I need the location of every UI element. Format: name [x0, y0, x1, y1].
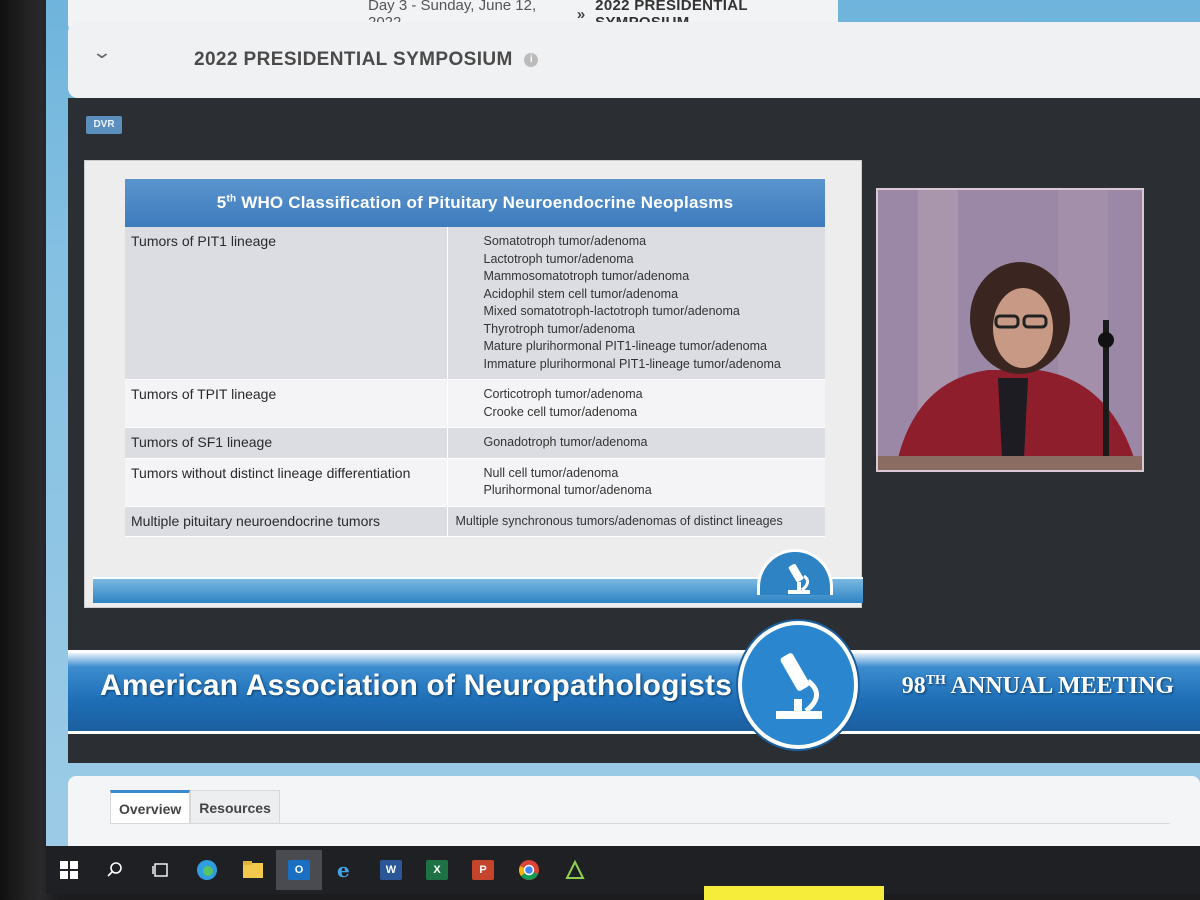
- svg-text:e: e: [337, 859, 350, 881]
- sticky-note: [704, 886, 884, 900]
- table-title: 5th WHO Classification of Pituitary Neur…: [125, 179, 825, 227]
- task-view-icon[interactable]: [138, 850, 184, 890]
- subtype-item: Mammosomatotroph tumor/adenoma: [483, 269, 690, 283]
- subtypes-cell: Multiple synchronous tumors/adenomas of …: [447, 506, 825, 537]
- table-row: Tumors of TPIT lineage Corticotroph tumor…: [125, 379, 825, 428]
- lineage-cell: Tumors of PIT1 lineage: [125, 227, 448, 380]
- subtypes-cell: Somatotroph tumor/adenoma Lactotroph tumo…: [447, 227, 825, 380]
- tab-bar: Overview Resources: [110, 790, 280, 824]
- subtype-item: Lactotroph tumor/adenoma: [483, 251, 634, 266]
- meeting-title: 98TH ANNUAL MEETING: [902, 673, 1174, 700]
- app-icon[interactable]: [552, 850, 598, 890]
- subtype-item: Multiple synchronous tumors/adenomas of …: [455, 513, 783, 528]
- subtypes-cell: Corticotroph tumor/adenoma Crooke cell tu…: [447, 379, 825, 428]
- breadcrumb-separator: »: [576, 5, 586, 23]
- internet-explorer-icon[interactable]: e: [322, 850, 368, 890]
- powerpoint-label: P: [472, 860, 494, 880]
- speaker-video[interactable]: [876, 188, 1144, 472]
- table-row: Multiple pituitary neuroendocrine tumors…: [125, 506, 825, 537]
- subtype-item: Corticotroph tumor/adenoma: [483, 387, 643, 401]
- tab-overview[interactable]: Overview: [110, 790, 191, 824]
- outlook-icon[interactable]: O: [276, 850, 322, 890]
- table-row: Tumors of PIT1 lineage Somatotroph tumor/…: [125, 227, 825, 380]
- subtypes-cell: Gonadotroph tumor/adenoma: [447, 427, 825, 459]
- meeting-rest: ANNUAL MEETING: [945, 673, 1174, 699]
- outlook-label: O: [288, 860, 310, 880]
- classification-table: 5th WHO Classification of Pituitary Neur…: [125, 179, 825, 537]
- table-row: Tumors without distinct lineage differen…: [125, 458, 825, 507]
- lineage-cell: Multiple pituitary neuroendocrine tumors: [125, 506, 448, 537]
- table-title-rest: WHO Classification of Pituitary Neuroend…: [236, 193, 734, 212]
- chevron-down-icon[interactable]: ⌄: [88, 42, 116, 63]
- chrome-icon[interactable]: [506, 850, 552, 890]
- subtype-item: Somatotroph tumor/adenoma: [483, 234, 647, 248]
- subtype-item: Crooke cell tumor/adenoma: [483, 404, 638, 419]
- lineage-cell: Tumors of TPIT lineage: [125, 379, 448, 428]
- table-title-sup: th: [226, 193, 237, 205]
- presentation-slide: 5th WHO Classification of Pituitary Neur…: [84, 160, 863, 608]
- table-title-prefix: 5: [216, 193, 227, 212]
- lineage-cell: Tumors without distinct lineage differen…: [125, 458, 448, 507]
- edge-icon[interactable]: [184, 850, 230, 890]
- subtype-item: Plurihormonal tumor/adenoma: [483, 483, 652, 497]
- search-icon[interactable]: [92, 850, 138, 890]
- video-player[interactable]: DVR 5th WHO Classification of Pituitary …: [68, 98, 1200, 763]
- session-title-text: 2022 PRESIDENTIAL SYMPOSIUM: [194, 49, 513, 70]
- subtype-item: Acidophil stem cell tumor/adenoma: [483, 286, 679, 301]
- powerpoint-icon[interactable]: P: [460, 850, 506, 890]
- excel-label: X: [426, 860, 448, 880]
- lineage-cell: Tumors of SF1 lineage: [125, 427, 448, 459]
- microscope-icon: [738, 621, 858, 749]
- page-title: 2022 PRESIDENTIAL SYMPOSIUM i: [194, 49, 539, 71]
- subtype-item: Mixed somatotroph-lactotroph tumor/adeno…: [483, 304, 740, 318]
- tab-resources[interactable]: Resources: [190, 790, 280, 824]
- word-label: W: [380, 860, 402, 880]
- subtype-item: Immature plurihormonal PIT1-lineage tumo…: [483, 356, 781, 371]
- subtype-item: Gonadotroph tumor/adenoma: [483, 435, 648, 449]
- tab-divider: [110, 823, 1170, 824]
- session-header: ⌄ 2022 PRESIDENTIAL SYMPOSIUM i: [68, 22, 1200, 98]
- browser-screen: Day 3 - Sunday, June 12, 2022 » 2022 PRE…: [46, 0, 1200, 860]
- subtypes-cell: Null cell tumor/adenoma Plurihormonal tum…: [447, 458, 825, 507]
- meeting-sup: TH: [925, 673, 946, 688]
- subtype-item: Thyrotroph tumor/adenoma: [483, 321, 635, 336]
- word-icon[interactable]: W: [368, 850, 414, 890]
- table-row: Tumors of SF1 lineage Gonadotroph tumor/a…: [125, 427, 825, 459]
- windows-taskbar: O e W X P: [46, 846, 1200, 894]
- microscope-logo-icon: [757, 549, 833, 595]
- subtype-item: Null cell tumor/adenoma: [483, 465, 619, 480]
- table-body: Tumors of PIT1 lineage Somatotroph tumor/…: [125, 227, 825, 537]
- subtype-item: Mature plurihormonal PIT1-lineage tumor/…: [483, 339, 767, 353]
- organization-name: American Association of Neuropathologist…: [100, 669, 733, 702]
- dvr-badge[interactable]: DVR: [86, 116, 122, 134]
- slide-footer-bar: [93, 577, 863, 603]
- file-explorer-icon[interactable]: [230, 850, 276, 890]
- windows-start-icon[interactable]: [46, 850, 92, 890]
- meeting-number: 98: [901, 673, 926, 699]
- conference-banner: American Association of Neuropathologist…: [68, 621, 1200, 749]
- excel-icon[interactable]: X: [414, 850, 460, 890]
- speaker-figure: [878, 190, 1142, 470]
- info-icon[interactable]: i: [524, 52, 539, 67]
